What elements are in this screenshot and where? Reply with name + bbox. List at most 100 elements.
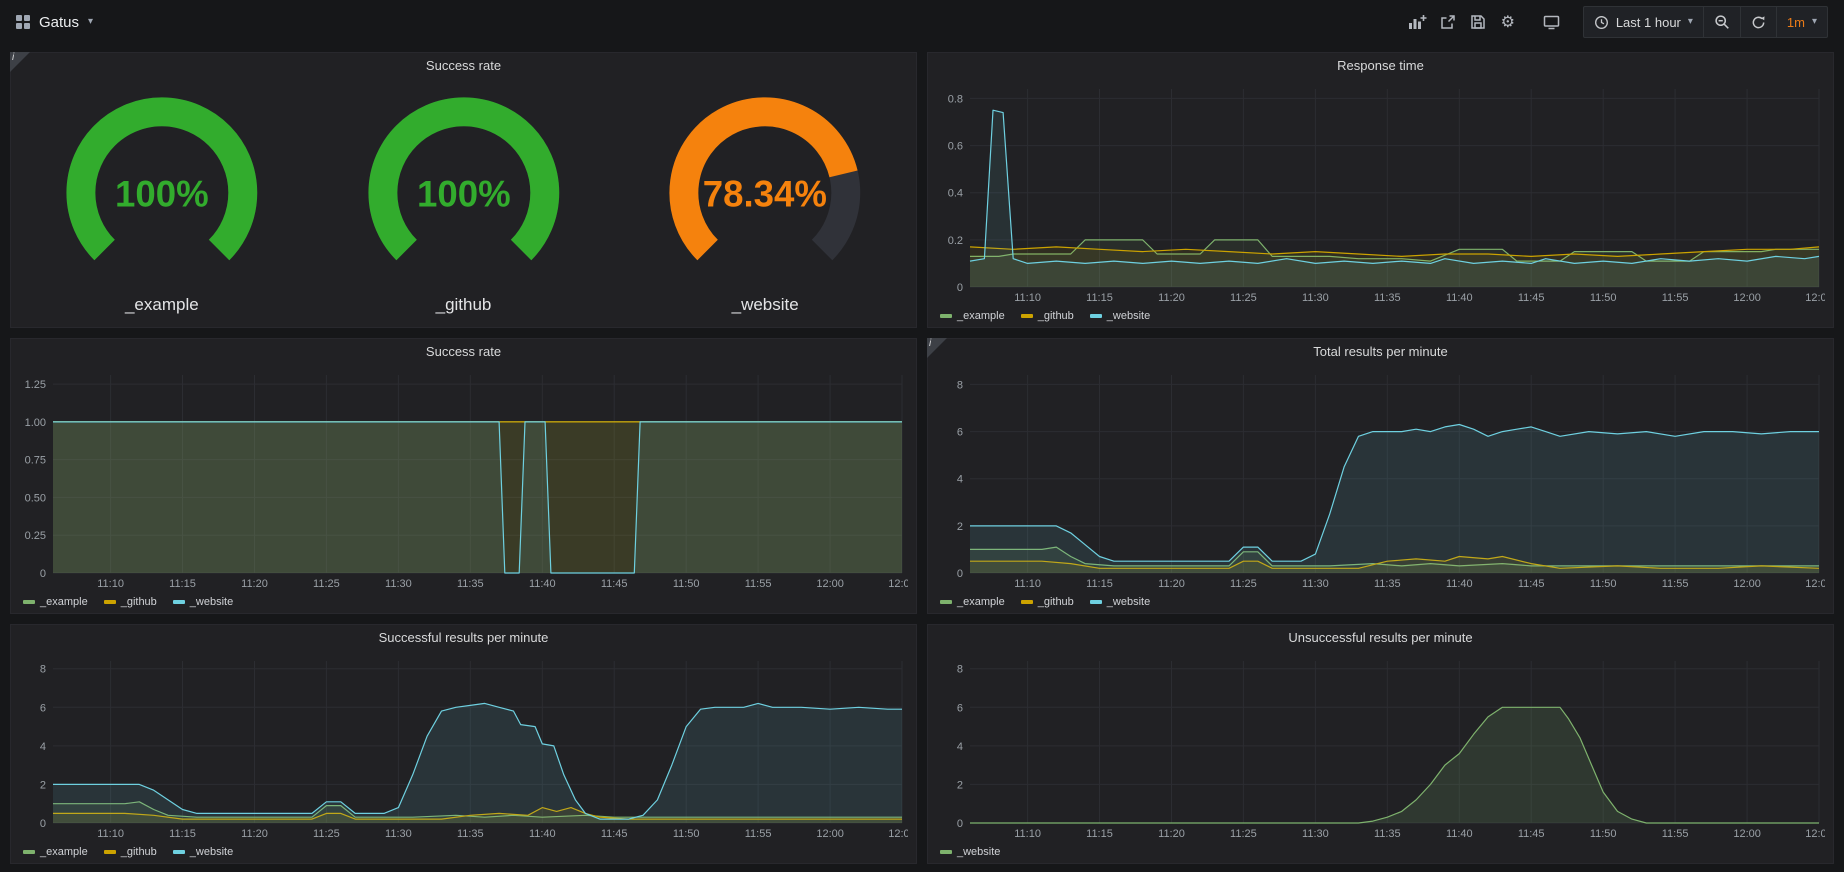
svg-text:12:00: 12:00 [816, 578, 844, 590]
save-button[interactable] [1463, 7, 1493, 37]
unsuccessful-results-chart[interactable]: 11:1011:1511:2011:2511:3011:3511:4011:45… [932, 651, 1825, 841]
panel-title[interactable]: Successful results per minute [11, 625, 916, 651]
svg-text:11:35: 11:35 [1374, 578, 1401, 590]
svg-text:11:20: 11:20 [1158, 292, 1185, 304]
legend-item-_example[interactable]: _example [940, 310, 1005, 322]
svg-text:6: 6 [957, 702, 963, 714]
legend-swatch [1090, 314, 1102, 318]
svg-text:11:35: 11:35 [457, 578, 484, 590]
legend-item-_github[interactable]: _github [104, 846, 157, 858]
legend-series-name: _github [121, 846, 157, 858]
svg-text:11:40: 11:40 [1446, 578, 1473, 590]
svg-text:4: 4 [957, 741, 963, 753]
chart-legend: _website [940, 843, 1000, 861]
svg-text:12:00: 12:00 [1733, 292, 1761, 304]
svg-text:11:35: 11:35 [457, 828, 484, 840]
panel-title[interactable]: Total results per minute [928, 339, 1833, 365]
svg-text:11:30: 11:30 [385, 578, 412, 590]
monitor-icon [1543, 14, 1560, 30]
svg-text:2: 2 [957, 521, 963, 533]
clock-icon [1594, 15, 1609, 30]
legend-series-name: _website [1107, 310, 1150, 322]
panel-title[interactable]: Success rate [11, 53, 916, 79]
svg-text:0.25: 0.25 [25, 530, 46, 542]
svg-text:11:20: 11:20 [1158, 828, 1185, 840]
gauge-arc: 100% [11, 81, 313, 293]
legend-item-_website[interactable]: _website [940, 846, 1000, 858]
gauge-_github: 100% _github [313, 81, 615, 323]
svg-text:0: 0 [957, 282, 963, 294]
svg-text:78.34%: 78.34% [703, 173, 827, 214]
time-controls-group: Last 1 hour ▾ 1m ▾ [1583, 6, 1828, 38]
svg-text:12:05: 12:05 [888, 578, 908, 590]
gauge-_website: 78.34%_website [614, 81, 916, 323]
zoom-out-button[interactable] [1703, 7, 1740, 37]
legend-item-_github[interactable]: _github [104, 596, 157, 608]
refresh-button[interactable] [1740, 7, 1776, 37]
gauge-label: _github [436, 293, 492, 323]
legend-item-_github[interactable]: _github [1021, 596, 1074, 608]
legend-swatch [173, 600, 185, 604]
tv-mode-button[interactable] [1537, 7, 1567, 37]
refresh-interval-picker[interactable]: 1m ▾ [1776, 7, 1827, 37]
successful-results-chart[interactable]: 11:1011:1511:2011:2511:3011:3511:4011:45… [15, 651, 908, 841]
svg-text:11:30: 11:30 [1302, 292, 1329, 304]
legend-item-_website[interactable]: _website [173, 596, 233, 608]
panel-title[interactable]: Success rate [11, 339, 916, 365]
svg-text:12:05: 12:05 [1805, 578, 1825, 590]
panel-info-icon[interactable]: i [10, 52, 30, 72]
share-button[interactable] [1433, 7, 1463, 37]
svg-text:11:55: 11:55 [745, 828, 772, 840]
svg-text:11:50: 11:50 [673, 828, 700, 840]
svg-text:4: 4 [957, 474, 963, 486]
legend-swatch [940, 314, 952, 318]
navbar-left: Gatus ▾ [16, 14, 93, 31]
legend-item-_example[interactable]: _example [940, 596, 1005, 608]
legend-item-_website[interactable]: _website [173, 846, 233, 858]
panel-title[interactable]: Response time [928, 53, 1833, 79]
panel-response-time: Response time 11:1011:1511:2011:2511:301… [927, 52, 1834, 328]
svg-text:11:55: 11:55 [745, 578, 772, 590]
svg-text:11:55: 11:55 [1662, 292, 1689, 304]
svg-text:11:50: 11:50 [1590, 292, 1617, 304]
response-time-chart[interactable]: 11:1011:1511:2011:2511:3011:3511:4011:45… [932, 79, 1825, 305]
gauges-container: 100%_example100%_github78.34%_website [11, 81, 916, 323]
legend-item-_website[interactable]: _website [1090, 310, 1150, 322]
legend-item-_website[interactable]: _website [1090, 596, 1150, 608]
total-results-chart[interactable]: 11:1011:1511:2011:2511:3011:3511:4011:45… [932, 365, 1825, 591]
svg-text:12:05: 12:05 [888, 828, 908, 840]
svg-text:1.00: 1.00 [25, 417, 46, 429]
panel-info-icon[interactable]: i [927, 338, 947, 358]
svg-text:8: 8 [40, 664, 46, 676]
legend-swatch [173, 850, 185, 854]
settings-button[interactable]: ⚙ [1493, 7, 1523, 37]
legend-swatch [940, 850, 952, 854]
svg-text:100%: 100% [417, 173, 511, 214]
legend-swatch [1090, 600, 1102, 604]
legend-item-_example[interactable]: _example [23, 846, 88, 858]
svg-text:11:30: 11:30 [385, 828, 412, 840]
legend-swatch [23, 850, 35, 854]
legend-series-name: _website [190, 846, 233, 858]
svg-text:11:20: 11:20 [241, 828, 268, 840]
gauge-arc: 100% [313, 81, 615, 293]
apps-grid-icon[interactable] [16, 15, 30, 29]
legend-item-_github[interactable]: _github [1021, 310, 1074, 322]
gauge-label: _example [125, 293, 199, 323]
legend-item-_example[interactable]: _example [23, 596, 88, 608]
svg-text:11:55: 11:55 [1662, 828, 1689, 840]
svg-text:11:25: 11:25 [313, 578, 340, 590]
success-rate-chart[interactable]: 11:1011:1511:2011:2511:3011:3511:4011:45… [15, 365, 908, 591]
time-range-picker[interactable]: Last 1 hour ▾ [1584, 7, 1703, 37]
svg-text:8: 8 [957, 379, 963, 391]
svg-text:11:30: 11:30 [1302, 828, 1329, 840]
legend-series-name: _example [40, 846, 88, 858]
svg-text:11:10: 11:10 [1014, 578, 1041, 590]
add-panel-button[interactable] [1403, 7, 1433, 37]
svg-text:11:15: 11:15 [169, 578, 196, 590]
dashboard-title[interactable]: Gatus [39, 14, 79, 31]
panel-title[interactable]: Unsuccessful results per minute [928, 625, 1833, 651]
svg-text:11:40: 11:40 [1446, 292, 1473, 304]
dashboard-grid: i Success rate 100%_example100%_github78… [0, 44, 1844, 872]
legend-series-name: _github [121, 596, 157, 608]
